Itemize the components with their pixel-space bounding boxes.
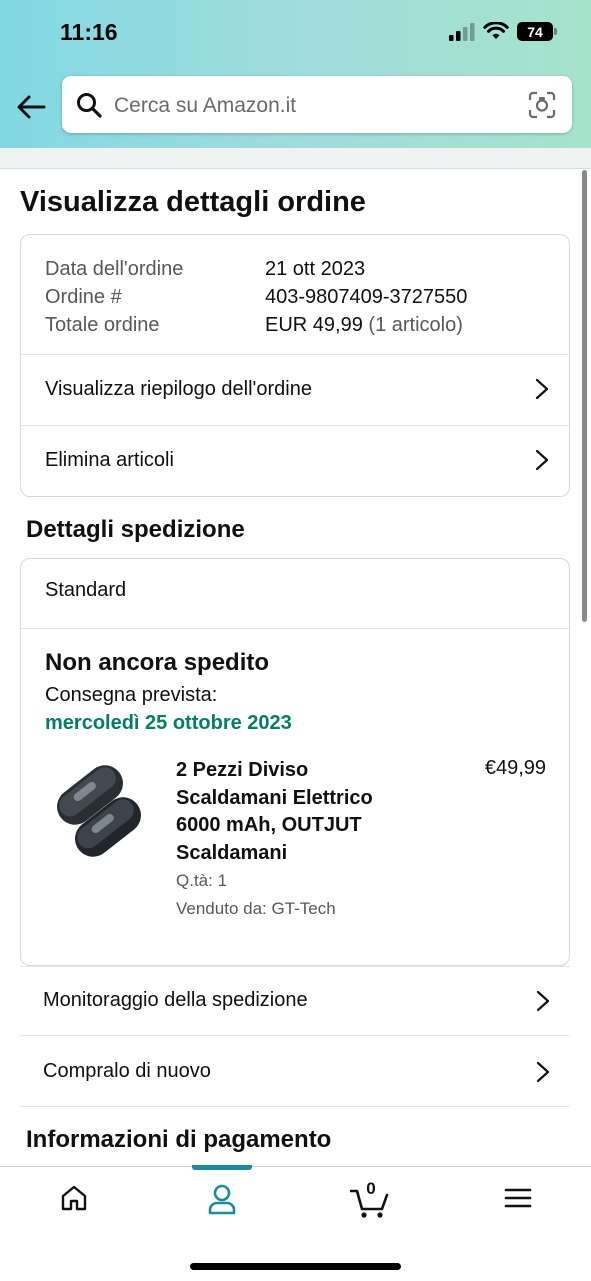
- battery-icon: 74: [517, 22, 557, 41]
- search-bar[interactable]: [62, 76, 572, 133]
- order-total-label: Totale ordine: [45, 314, 160, 336]
- active-tab-indicator: [192, 1165, 252, 1170]
- order-date-label: Data dell'ordine: [45, 258, 184, 280]
- wifi-icon: [483, 22, 509, 39]
- delete-items-label: Elimina articoli: [45, 448, 174, 471]
- order-info: Data dell'ordine 21 ott 2023 Ordine # 40…: [45, 255, 467, 339]
- product-quantity: Q.tà: 1: [176, 871, 228, 890]
- signal-icon: [449, 22, 475, 41]
- nav-cart[interactable]: 0: [350, 1179, 390, 1219]
- shipping-type: Standard: [45, 579, 127, 601]
- product-image[interactable]: [45, 755, 151, 865]
- nav-home[interactable]: [54, 1183, 94, 1219]
- order-item-count: (1 articolo): [368, 314, 463, 336]
- payment-info-heading: Informazioni di pagamento: [26, 1126, 332, 1153]
- order-number-label: Ordine #: [45, 286, 122, 308]
- view-order-summary-link[interactable]: Visualizza riepilogo dell'ordine: [21, 354, 569, 424]
- product-price: €49,99: [484, 757, 546, 779]
- page-title: Visualizza dettagli ordine: [20, 186, 366, 218]
- sub-header-band: [0, 148, 591, 169]
- order-summary-card: Data dell'ordine 21 ott 2023 Ordine # 40…: [20, 234, 570, 497]
- chevron-right-icon: [536, 990, 550, 1012]
- product-seller: Venduto da: GT-Tech: [176, 899, 336, 918]
- shipment-status: Non ancora spedito: [45, 649, 270, 676]
- divider: [21, 628, 569, 629]
- nav-menu[interactable]: [498, 1183, 538, 1219]
- product-title[interactable]: 2 Pezzi Diviso Scaldamani Elettrico 6000…: [176, 757, 396, 867]
- track-shipment-link[interactable]: Monitoraggio della spedizione: [20, 966, 570, 1036]
- view-order-summary-label: Visualizza riepilogo dell'ordine: [45, 377, 312, 400]
- search-icon: [77, 93, 102, 118]
- order-date-value: 21 ott 2023: [265, 258, 366, 280]
- chevron-right-icon: [535, 449, 549, 471]
- camera-scan-icon[interactable]: [528, 91, 556, 119]
- delete-items-link[interactable]: Elimina articoli: [21, 425, 569, 495]
- shipping-details-heading: Dettagli spedizione: [26, 516, 245, 543]
- cart-count: 0: [366, 1179, 376, 1198]
- order-number-value: 403-9807409-3727550: [265, 286, 468, 308]
- track-shipment-label: Monitoraggio della spedizione: [43, 989, 308, 1011]
- menu-icon: [504, 1188, 532, 1208]
- order-total-value: EUR 49,99: [265, 314, 363, 336]
- back-arrow-icon[interactable]: [14, 90, 48, 124]
- scrollbar[interactable]: [582, 170, 587, 622]
- status-time: 11:16: [60, 19, 118, 45]
- chevron-right-icon: [535, 378, 549, 400]
- bottom-navigation: 0: [0, 1165, 591, 1281]
- expected-delivery-date: mercoledì 25 ottobre 2023: [45, 712, 292, 734]
- status-icons: 74: [449, 22, 557, 41]
- user-icon: [208, 1184, 236, 1215]
- chevron-right-icon: [536, 1061, 550, 1083]
- battery-level: 74: [527, 23, 543, 40]
- expected-delivery-label: Consegna prevista:: [45, 684, 218, 706]
- home-indicator: [190, 1263, 401, 1270]
- buy-again-label: Compralo di nuovo: [43, 1060, 211, 1082]
- home-icon: [61, 1185, 87, 1211]
- divider: [20, 966, 570, 967]
- search-input[interactable]: [112, 90, 516, 122]
- nav-account[interactable]: [202, 1183, 242, 1219]
- shipment-card: Standard Non ancora spedito Consegna pre…: [20, 558, 570, 966]
- buy-again-link[interactable]: Compralo di nuovo: [20, 1037, 570, 1107]
- top-bar: 11:16 74: [0, 0, 591, 148]
